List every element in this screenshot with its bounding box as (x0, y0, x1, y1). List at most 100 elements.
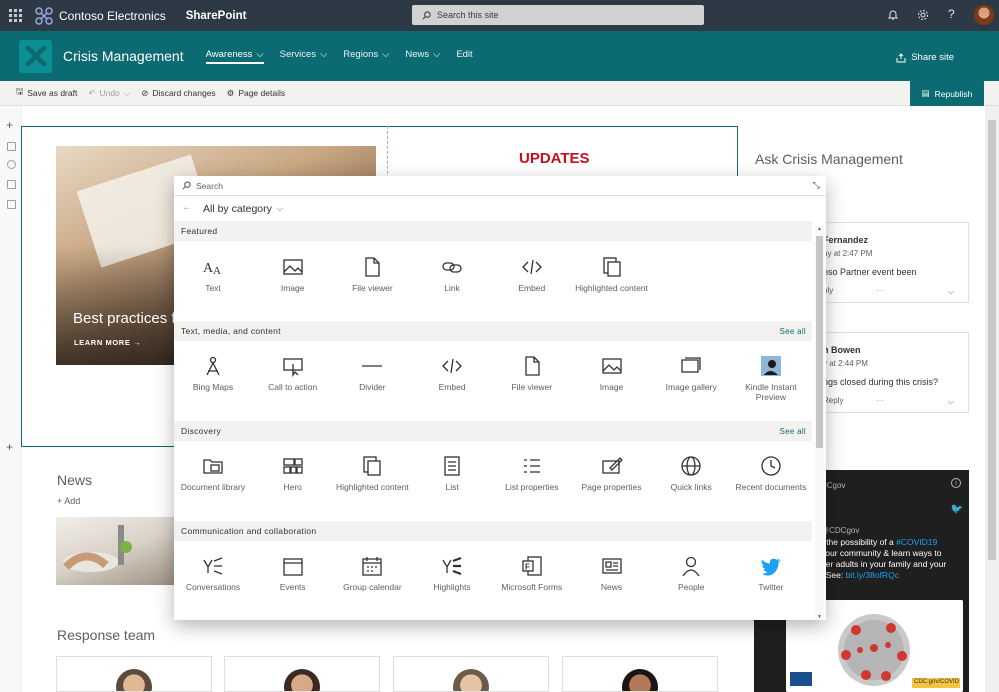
web-part-tile-clock[interactable]: Recent documents (732, 441, 810, 519)
tweet-account[interactable]: @CDCgov (821, 526, 859, 535)
see-all-link[interactable]: See all (779, 327, 806, 336)
nav-regions[interactable]: Regions ⌵ (343, 49, 389, 64)
web-part-tile-yammer[interactable]: Conversations (174, 541, 252, 619)
file-viewer-icon (521, 355, 543, 377)
chevron-down-icon: ⌵ (256, 48, 264, 60)
web-part-tile-forms[interactable]: F Microsoft Forms (493, 541, 571, 619)
scroll-down-icon[interactable]: ▼ (817, 614, 822, 620)
person-card[interactable] (393, 656, 549, 692)
web-part-tile-document-library[interactable]: Document library (174, 441, 252, 519)
web-part-tile-label: File viewer (511, 382, 553, 392)
more-options-icon[interactable]: ··· (876, 286, 884, 295)
web-part-tile-image[interactable]: Image (254, 242, 332, 320)
web-part-tile-page-properties[interactable]: Page properties (573, 441, 651, 519)
web-part-tile-divider[interactable]: Divider (333, 341, 411, 419)
person-card[interactable] (562, 656, 718, 692)
chevron-down-icon[interactable]: ⌵ (948, 287, 954, 297)
web-part-tile-embed[interactable]: Embed (413, 341, 491, 419)
move-section-icon[interactable] (7, 160, 16, 169)
web-part-tile-label: Microsoft Forms (501, 582, 563, 592)
duplicate-section-icon[interactable] (7, 180, 16, 189)
bing-maps-icon (202, 355, 224, 377)
add-section-icon[interactable]: + (6, 440, 13, 454)
web-part-tile-list[interactable]: List (413, 441, 491, 519)
tweet-hashtag[interactable]: #COVID19 (896, 537, 937, 547)
web-part-tile-highlighted-content[interactable]: Highlighted content (333, 441, 411, 519)
web-part-tile-calendar[interactable]: Events (254, 541, 332, 619)
nav-awareness[interactable]: Awareness ⌵ (205, 48, 264, 64)
org-brand[interactable]: Contoso Electronics (34, 6, 166, 26)
category-dropdown[interactable]: All by category ⌵ (203, 203, 283, 215)
news-thumbnail[interactable] (56, 517, 176, 585)
person-card[interactable] (56, 656, 212, 692)
web-part-tile-kindle[interactable]: Kindle Instant Preview (732, 341, 810, 419)
web-part-tile-call-to-action[interactable]: Call to action (254, 341, 332, 419)
scrollbar-thumb[interactable] (988, 120, 996, 560)
picker-scrollbar-thumb[interactable] (816, 236, 823, 448)
save-draft-button[interactable]: 🖫 Save as draft (16, 86, 77, 100)
web-part-search-input[interactable]: Search (174, 176, 826, 196)
web-part-tile-news[interactable]: News (573, 541, 651, 619)
edit-section-icon[interactable] (7, 142, 16, 151)
web-part-tile-embed[interactable]: Embed (493, 242, 571, 320)
share-site-button[interactable]: Share site (896, 52, 954, 63)
news-add-button[interactable]: + Add (57, 496, 80, 506)
more-options-icon[interactable]: ··· (876, 396, 884, 405)
republish-button[interactable]: ▤ Republish (910, 81, 984, 106)
web-part-tile-globe[interactable]: Quick links (652, 441, 730, 519)
web-part-tile-list-properties[interactable]: List properties (493, 441, 571, 519)
chevron-down-icon[interactable]: ⌵ (948, 397, 954, 407)
web-part-tile-highlights[interactable]: Highlights (413, 541, 491, 619)
nav-services[interactable]: Services ⌵ (280, 49, 328, 64)
web-part-tile-text[interactable]: A A Text (174, 242, 252, 320)
page-scrollbar[interactable] (985, 106, 999, 692)
tweet-text-line: . See: bit.ly/38ofRQc (821, 570, 899, 581)
info-icon[interactable]: i (951, 478, 961, 488)
web-part-tile-bing-maps[interactable]: Bing Maps (174, 341, 252, 419)
see-all-link[interactable]: See all (779, 427, 806, 436)
site-search-box[interactable]: Search this site (412, 5, 704, 25)
help-icon[interactable]: ? (948, 7, 955, 21)
web-part-tile-label: Highlighted content (336, 482, 409, 492)
web-part-tile-image[interactable]: Image (573, 341, 651, 419)
app-launcher-button[interactable] (0, 0, 30, 31)
web-part-tile-label: Twitter (758, 582, 784, 592)
undo-button[interactable]: ↶ Undo ⌵ (88, 88, 130, 99)
picker-scrollbar[interactable]: ▲ ▼ (815, 226, 824, 620)
web-part-tile-label: Recent documents (735, 482, 807, 492)
waffle-icon (8, 9, 22, 22)
bell-icon[interactable] (887, 9, 899, 21)
app-name[interactable]: SharePoint (186, 10, 247, 22)
back-arrow-icon[interactable]: ← (182, 202, 192, 213)
web-part-tile-file-viewer[interactable]: File viewer (333, 242, 411, 320)
person-card[interactable] (224, 656, 380, 692)
site-logo[interactable] (19, 39, 52, 73)
web-part-tile-people[interactable]: People (652, 541, 730, 619)
web-part-tile-file-viewer[interactable]: File viewer (493, 341, 571, 419)
hero-learn-more-link[interactable]: LEARN MORE → (74, 338, 141, 347)
scroll-up-icon[interactable]: ▲ (817, 226, 822, 232)
nav-edit[interactable]: Edit (456, 49, 472, 64)
site-title[interactable]: Crisis Management (63, 48, 184, 64)
hero-title[interactable]: Best practices fo (73, 310, 184, 327)
page-details-button[interactable]: ⚙ Page details (227, 88, 285, 99)
user-avatar[interactable] (974, 5, 994, 25)
web-part-tile-highlighted-content[interactable]: Highlighted content (573, 242, 651, 320)
gear-icon[interactable] (917, 9, 929, 21)
image-gallery-icon (680, 355, 702, 377)
web-part-tile-hero[interactable]: Hero (254, 441, 332, 519)
web-part-tile-twitter[interactable]: Twitter (732, 541, 810, 619)
tweet-link[interactable]: bit.ly/38ofRQc (846, 570, 899, 580)
collapse-icon[interactable]: ⤡ (813, 180, 820, 191)
web-part-picker: Search ⤡ ← All by category ⌵ Featured A A Te… (174, 176, 826, 620)
comment-reply-link[interactable]: Reply (823, 396, 843, 405)
web-part-tile-image-gallery[interactable]: Image gallery (652, 341, 730, 419)
web-part-tile-label: List properties (505, 482, 559, 492)
add-section-icon[interactable]: + (6, 118, 13, 132)
web-part-tile-link[interactable]: Link (413, 242, 491, 320)
discard-changes-button[interactable]: ⊘ Discard changes (141, 88, 215, 99)
delete-section-icon[interactable] (7, 200, 16, 209)
web-part-tile-group-calendar[interactable]: Group calendar (333, 541, 411, 619)
news-icon (601, 555, 623, 577)
nav-news[interactable]: News ⌵ (405, 49, 440, 64)
